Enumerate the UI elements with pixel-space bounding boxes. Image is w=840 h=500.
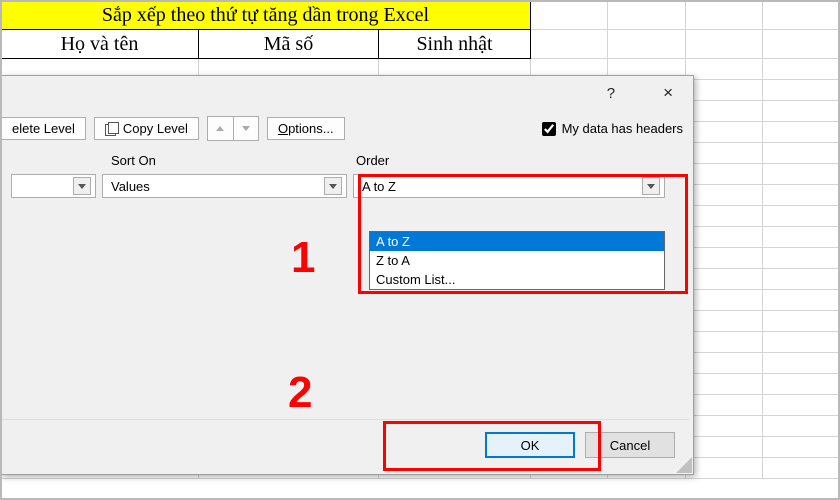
chevron-down-icon bbox=[73, 177, 91, 195]
copy-level-label: Copy Level bbox=[123, 121, 188, 136]
sheet-title-row: Sắp xếp theo thứ tự tăng dần trong Excel bbox=[1, 1, 840, 30]
chevron-down-icon bbox=[324, 177, 342, 195]
headers-checkbox-label: My data has headers bbox=[562, 121, 683, 136]
ok-button[interactable]: OK bbox=[485, 432, 575, 458]
sheet-title: Sắp xếp theo thứ tự tăng dần trong Excel bbox=[1, 1, 531, 30]
header-birthday: Sinh nhật bbox=[379, 30, 531, 59]
resize-grip[interactable] bbox=[674, 455, 692, 473]
sort-dialog: ? × elete Level Copy Level Options... My… bbox=[0, 75, 694, 475]
headers-checkbox[interactable] bbox=[542, 122, 556, 136]
dialog-titlebar: ? × bbox=[1, 76, 693, 110]
help-button[interactable]: ? bbox=[597, 81, 625, 106]
annotation-number-1: 1 bbox=[291, 233, 315, 283]
close-button[interactable]: × bbox=[653, 79, 683, 107]
sheet-header-row: Họ và tên Mã số Sinh nhật bbox=[1, 30, 840, 59]
annotation-number-2: 2 bbox=[288, 368, 312, 418]
sort-on-label: Sort On bbox=[111, 153, 356, 168]
options-label: Options... bbox=[278, 121, 334, 136]
triangle-up-icon bbox=[216, 126, 224, 131]
triangle-down-icon bbox=[242, 126, 250, 131]
sort-row: Values A to Z bbox=[1, 168, 693, 204]
order-option-a-to-z[interactable]: A to Z bbox=[370, 232, 664, 251]
order-option-custom[interactable]: Custom List... bbox=[370, 270, 664, 289]
order-dropdown-list: A to Z Z to A Custom List... bbox=[369, 231, 665, 290]
delete-level-label: elete Level bbox=[12, 121, 75, 136]
cancel-button[interactable]: Cancel bbox=[585, 432, 675, 458]
copy-icon bbox=[105, 122, 119, 136]
chevron-down-icon bbox=[642, 177, 660, 195]
order-dropdown[interactable]: A to Z bbox=[353, 174, 665, 198]
column-dropdown[interactable] bbox=[11, 174, 96, 198]
move-down-button[interactable] bbox=[233, 116, 259, 141]
delete-level-button[interactable]: elete Level bbox=[1, 117, 86, 140]
order-label: Order bbox=[356, 153, 389, 168]
dialog-toolbar: elete Level Copy Level Options... My dat… bbox=[1, 110, 693, 151]
sort-on-dropdown[interactable]: Values bbox=[102, 174, 347, 198]
order-value: A to Z bbox=[362, 179, 396, 194]
options-button[interactable]: Options... bbox=[267, 117, 345, 140]
move-up-button[interactable] bbox=[207, 116, 233, 141]
dialog-footer: OK Cancel bbox=[1, 419, 689, 470]
copy-level-button[interactable]: Copy Level bbox=[94, 117, 199, 140]
header-name: Họ và tên bbox=[1, 30, 199, 59]
header-code: Mã số bbox=[199, 30, 379, 59]
order-option-z-to-a[interactable]: Z to A bbox=[370, 251, 664, 270]
columns-header: Sort On Order bbox=[1, 153, 693, 168]
headers-checkbox-wrap[interactable]: My data has headers bbox=[542, 121, 683, 136]
sort-on-value: Values bbox=[111, 179, 150, 194]
